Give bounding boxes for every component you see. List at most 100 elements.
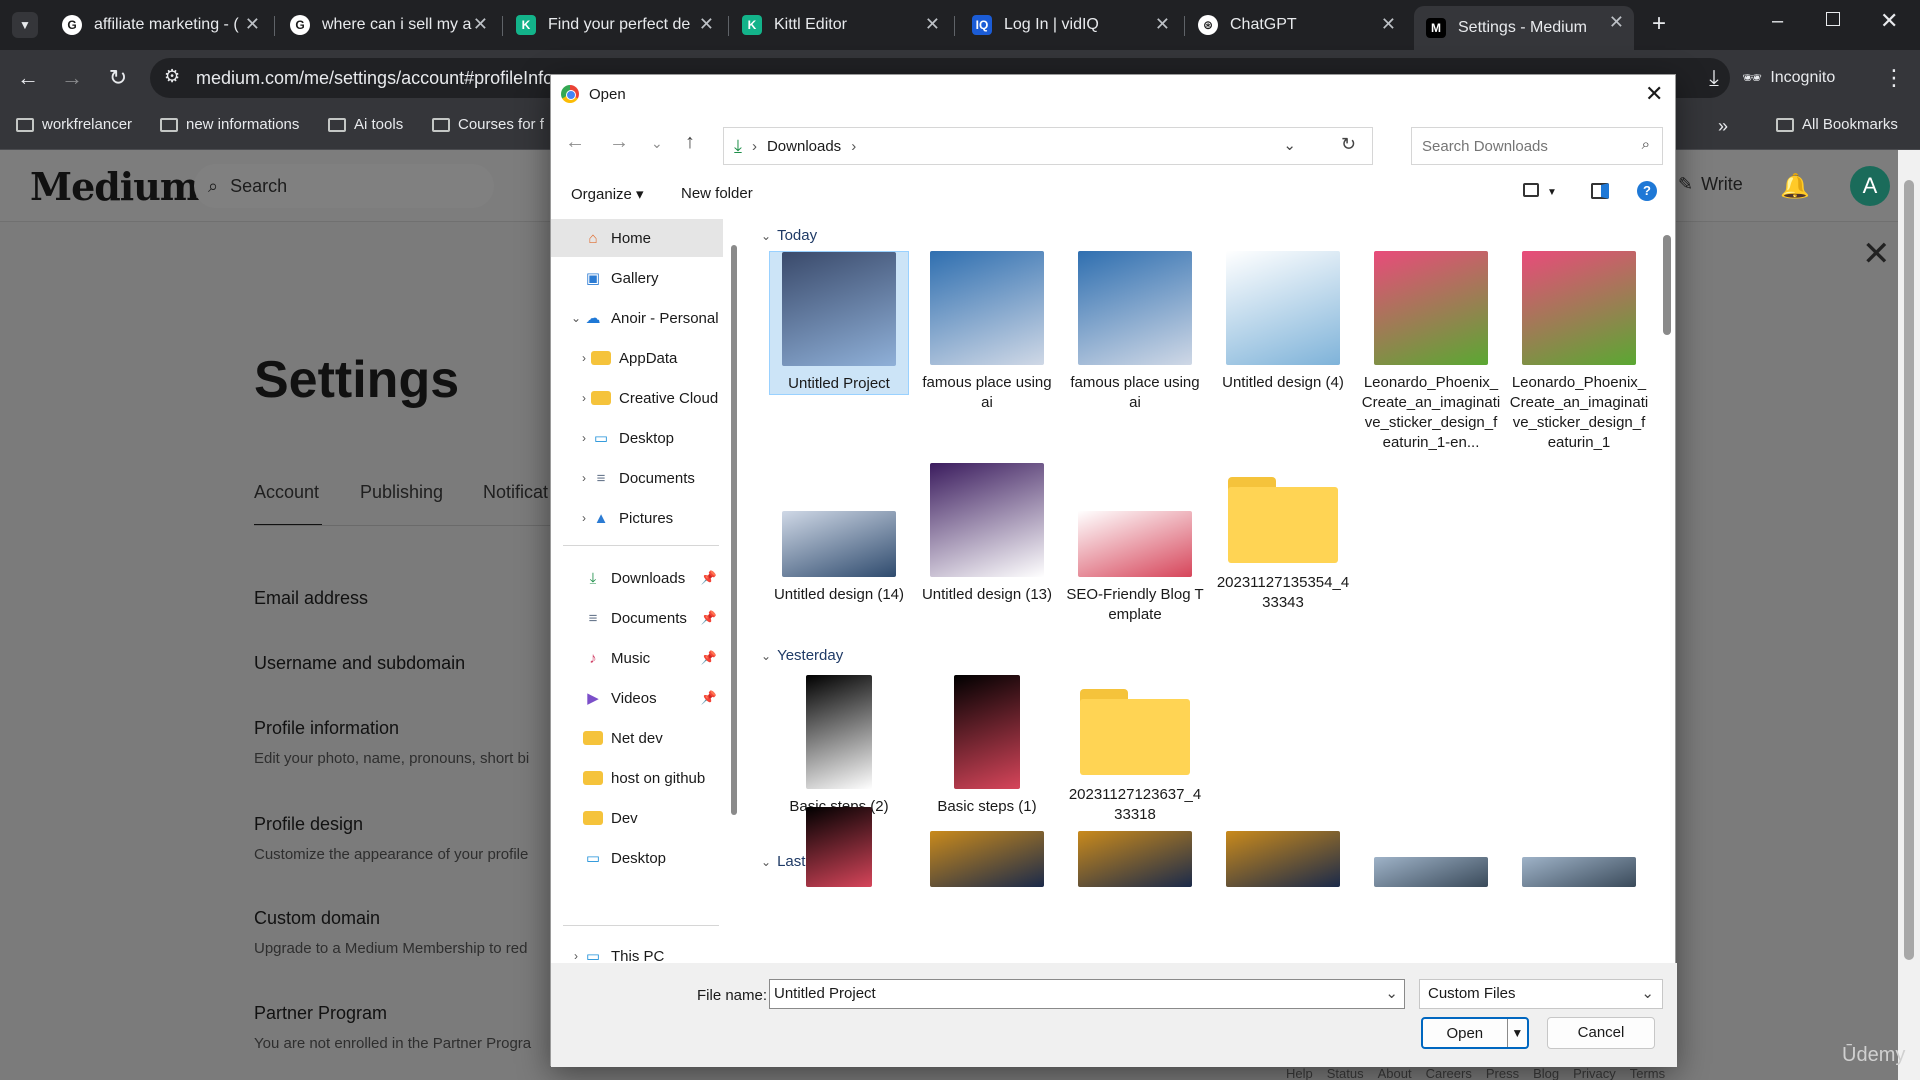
file-item[interactable]: Untitled design (13) bbox=[917, 463, 1057, 605]
close-icon[interactable]: ✕ bbox=[1862, 234, 1891, 274]
file-item[interactable]: Untitled design (4) bbox=[1213, 251, 1353, 393]
nav-item[interactable]: ♪ Music 📌 bbox=[551, 639, 723, 677]
group-header-today[interactable]: ⌄ Today bbox=[761, 227, 817, 244]
chevron-down-icon[interactable]: ▼ bbox=[1547, 187, 1557, 198]
bookmark-folder[interactable]: new informations bbox=[160, 116, 299, 133]
organize-button[interactable]: Organize ▾ bbox=[571, 185, 644, 203]
nav-item[interactable]: ▣ Gallery bbox=[551, 259, 723, 297]
chevron-down-icon[interactable]: ⌄ bbox=[569, 311, 583, 325]
chevron-down-icon[interactable]: ⌄ bbox=[1283, 136, 1296, 154]
close-icon[interactable]: ✕ bbox=[699, 14, 714, 35]
help-icon[interactable]: ? bbox=[1637, 181, 1657, 201]
file-item[interactable]: famous place using ai bbox=[917, 251, 1057, 413]
settings-row-title[interactable]: Profile design bbox=[254, 814, 363, 835]
browser-tab[interactable]: K Kittl Editor ✕ bbox=[730, 8, 950, 42]
chevron-down-icon[interactable]: ⌄ bbox=[1385, 980, 1398, 1008]
incognito-indicator[interactable]: 🕶 Incognito bbox=[1742, 60, 1835, 96]
avatar[interactable]: A bbox=[1850, 166, 1890, 206]
forward-icon[interactable]: → bbox=[58, 64, 86, 92]
minimize-button[interactable]: – bbox=[1772, 10, 1783, 33]
tab-notifications[interactable]: Notificat bbox=[483, 482, 548, 503]
view-icon[interactable] bbox=[1523, 183, 1539, 197]
footer-link[interactable]: Press bbox=[1486, 1066, 1519, 1080]
open-label[interactable]: Open bbox=[1423, 1025, 1507, 1042]
nav-item[interactable]: host on github bbox=[551, 759, 723, 797]
tab-account[interactable]: Account bbox=[254, 482, 319, 503]
location-bar[interactable]: ⤓ › Downloads › ⌄ ↻ bbox=[723, 127, 1373, 165]
settings-row-title[interactable]: Custom domain bbox=[254, 908, 380, 929]
back-icon[interactable]: ← bbox=[14, 64, 42, 92]
file-item[interactable]: Basic steps (1) bbox=[917, 675, 1057, 817]
nav-item[interactable]: ▭ Desktop bbox=[551, 839, 723, 877]
file-item[interactable]: Leonardo_Phoenix_Create_an_imaginative_s… bbox=[1361, 251, 1501, 453]
file-name-value[interactable]: Untitled Project bbox=[774, 985, 876, 1002]
file-item[interactable]: Untitled design (14) bbox=[769, 511, 909, 605]
close-icon[interactable]: ✕ bbox=[245, 14, 260, 35]
reload-icon[interactable]: ↻ bbox=[104, 64, 132, 92]
browser-tab[interactable]: IQ Log In | vidIQ ✕ bbox=[960, 8, 1180, 42]
browser-tab[interactable]: K Find your perfect de ✕ bbox=[504, 8, 724, 42]
nav-item[interactable]: › Creative Cloud bbox=[551, 379, 723, 417]
browser-tab[interactable]: M Settings - Medium ✕ bbox=[1414, 6, 1634, 50]
nav-item[interactable]: ≡ Documents 📌 bbox=[551, 599, 723, 637]
more-bookmarks-icon[interactable]: » bbox=[1718, 116, 1728, 137]
file-item[interactable] bbox=[1509, 857, 1649, 907]
footer-link[interactable]: Status bbox=[1327, 1066, 1364, 1080]
close-icon[interactable]: ✕ bbox=[473, 14, 488, 35]
nav-item[interactable]: ⤓ Downloads 📌 bbox=[551, 559, 723, 597]
footer-link[interactable]: Blog bbox=[1533, 1066, 1559, 1080]
file-item[interactable] bbox=[1213, 831, 1353, 887]
page-scrollbar[interactable] bbox=[1898, 150, 1920, 1080]
bookmark-folder[interactable]: Courses for f bbox=[432, 116, 552, 133]
footer-link[interactable]: About bbox=[1378, 1066, 1412, 1080]
file-item[interactable] bbox=[1361, 857, 1501, 907]
settings-row-title[interactable]: Profile information bbox=[254, 718, 399, 739]
up-icon[interactable]: ↑ bbox=[685, 131, 695, 154]
file-item[interactable] bbox=[769, 807, 909, 887]
group-header-yesterday[interactable]: ⌄ Yesterday bbox=[761, 647, 843, 664]
close-icon[interactable]: ✕ bbox=[1155, 14, 1170, 35]
chevron-down-icon[interactable]: ⌄ bbox=[651, 135, 663, 152]
footer-link[interactable]: Careers bbox=[1426, 1066, 1472, 1080]
nav-item[interactable]: Dev bbox=[551, 799, 723, 837]
file-item[interactable]: SEO-Friendly Blog Template bbox=[1065, 511, 1205, 625]
bell-icon[interactable]: 🔔 bbox=[1780, 172, 1810, 201]
browser-tab[interactable]: ⊛ ChatGPT ✕ bbox=[1186, 8, 1406, 42]
chevron-right-icon[interactable]: › bbox=[577, 471, 591, 485]
close-icon[interactable]: ✕ bbox=[1609, 12, 1624, 33]
footer-link[interactable]: Help bbox=[1286, 1066, 1313, 1080]
chevron-right-icon[interactable]: › bbox=[577, 431, 591, 445]
footer-link[interactable]: Terms bbox=[1630, 1066, 1665, 1080]
scrollbar-thumb[interactable] bbox=[1904, 180, 1914, 960]
new-tab-button[interactable]: + bbox=[1652, 10, 1666, 38]
location-text[interactable]: Downloads bbox=[767, 138, 841, 155]
file-item[interactable] bbox=[917, 831, 1057, 887]
chevron-right-icon[interactable]: › bbox=[569, 949, 583, 963]
back-icon[interactable]: ← bbox=[565, 131, 585, 154]
file-item[interactable]: famous place using ai bbox=[1065, 251, 1205, 413]
bookmark-folder[interactable]: workfrelancer bbox=[16, 116, 132, 133]
settings-row-title[interactable]: Email address bbox=[254, 588, 368, 609]
all-bookmarks[interactable]: All Bookmarks bbox=[1776, 116, 1898, 133]
folder-item[interactable]: 20231127135354_433343 bbox=[1213, 463, 1353, 613]
window-close-button[interactable]: ✕ bbox=[1880, 8, 1898, 34]
close-icon[interactable]: ✕ bbox=[1645, 81, 1663, 107]
nav-item[interactable]: › ▭ Desktop bbox=[551, 419, 723, 457]
file-item[interactable] bbox=[1065, 831, 1205, 887]
nav-item[interactable]: › ≡ Documents bbox=[551, 459, 723, 497]
download-icon[interactable]: ⤓ bbox=[1700, 64, 1728, 92]
search-input[interactable]: Search Downloads ⌕ bbox=[1411, 127, 1663, 165]
preview-pane-icon[interactable] bbox=[1591, 183, 1609, 199]
bookmark-folder[interactable]: Ai tools bbox=[328, 116, 403, 133]
browser-tab[interactable]: Gaffiliate marketing - (✕ bbox=[50, 8, 270, 42]
maximize-button[interactable] bbox=[1826, 12, 1840, 26]
chevron-down-icon[interactable]: ⌄ bbox=[1641, 980, 1654, 1008]
file-item[interactable]: Untitled Project bbox=[769, 251, 909, 395]
write-button[interactable]: ✎ Write bbox=[1678, 174, 1743, 195]
refresh-icon[interactable]: ↻ bbox=[1341, 134, 1356, 155]
chevron-right-icon[interactable]: › bbox=[577, 391, 591, 405]
close-icon[interactable]: ✕ bbox=[925, 14, 940, 35]
nav-item-this-pc[interactable]: › ▭ This PC bbox=[551, 937, 723, 964]
file-item[interactable]: Leonardo_Phoenix_Create_an_imaginative_s… bbox=[1509, 251, 1649, 453]
new-folder-button[interactable]: New folder bbox=[681, 185, 753, 202]
